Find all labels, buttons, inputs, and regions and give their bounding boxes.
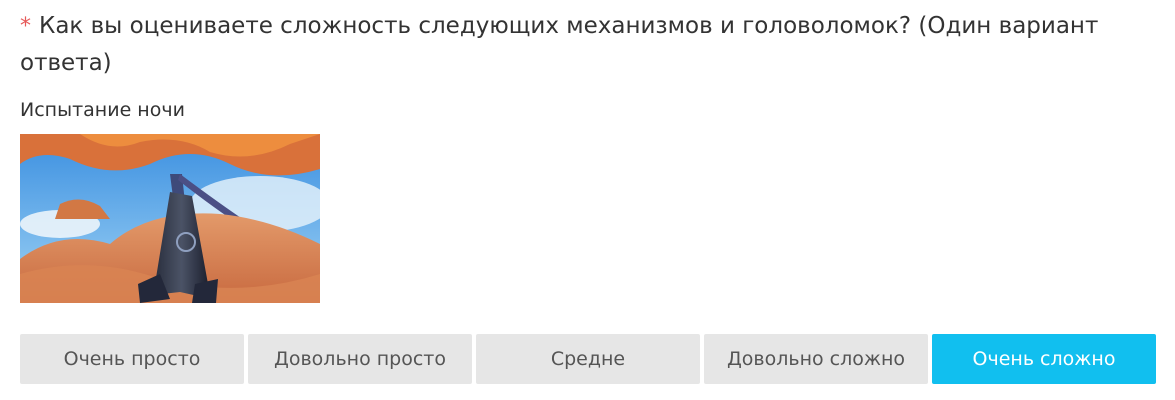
question-title: * Как вы оцениваете сложность следующих м… [20, 8, 1155, 81]
option-very-hard[interactable]: Очень сложно [932, 334, 1156, 384]
item-image [20, 134, 320, 303]
option-very-easy[interactable]: Очень просто [20, 334, 244, 384]
item-label: Испытание ночи [20, 99, 185, 121]
question-text: Как вы оцениваете сложность следующих ме… [20, 13, 1099, 76]
answer-options: Очень просто Довольно просто Средне Дово… [20, 334, 1156, 384]
option-rather-easy[interactable]: Довольно просто [248, 334, 472, 384]
option-rather-hard[interactable]: Довольно сложно [704, 334, 928, 384]
required-marker: * [20, 14, 31, 39]
option-medium[interactable]: Средне [476, 334, 700, 384]
